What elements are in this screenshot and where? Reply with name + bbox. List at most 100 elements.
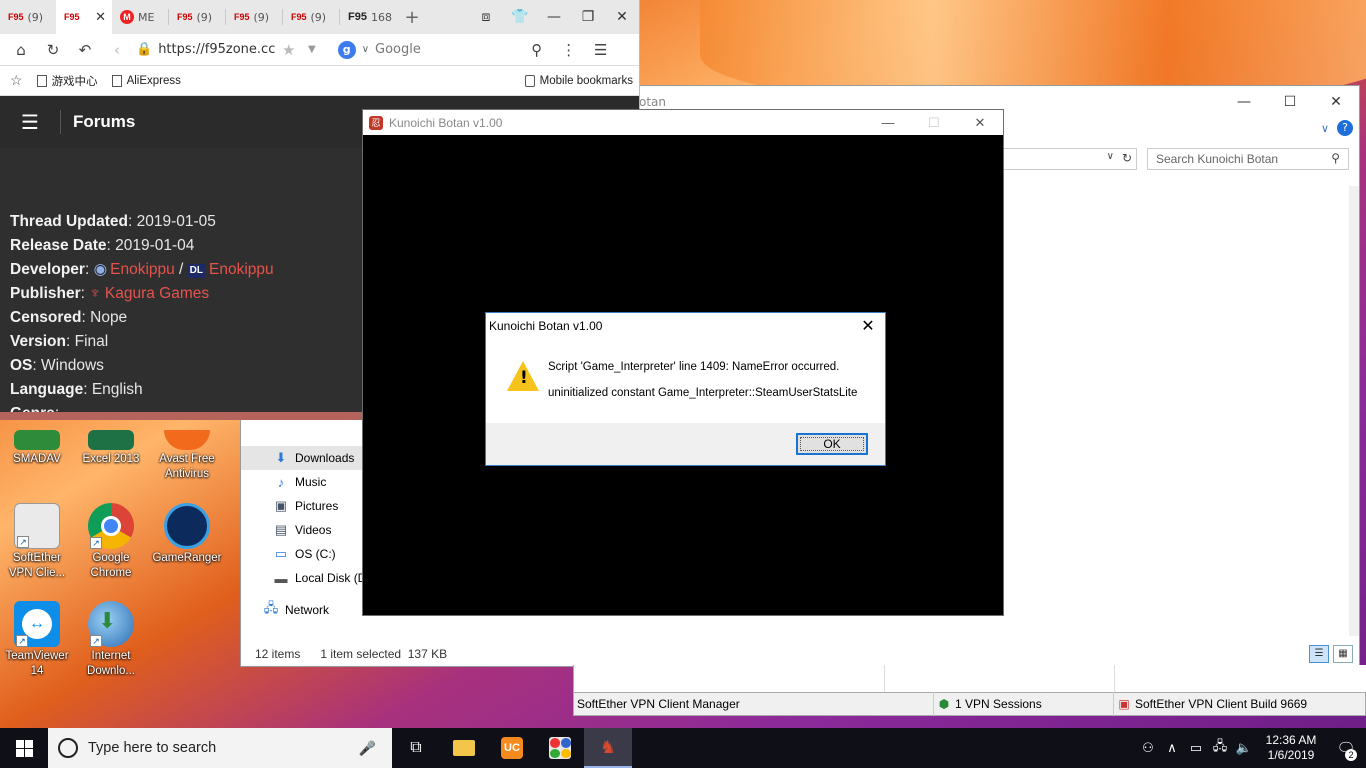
info-value: Final bbox=[74, 333, 109, 350]
game-titlebar[interactable]: 忍 Kunoichi Botan v1.00 — ☐ ✕ bbox=[363, 110, 1003, 135]
taskbar-softether[interactable] bbox=[536, 728, 584, 768]
desktop-icon-teamviewer[interactable]: ↔ ↗ TeamViewer 14 bbox=[0, 601, 74, 679]
home-icon[interactable]: ⌂ bbox=[8, 41, 34, 59]
desktop-icon-softether[interactable]: ↗ SoftEther VPN Clie... bbox=[0, 503, 74, 581]
search-placeholder: Type here to search bbox=[88, 740, 217, 756]
start-button[interactable] bbox=[0, 728, 48, 768]
bookmark-star-icon[interactable]: ★ bbox=[282, 41, 302, 59]
chevron-down-icon[interactable]: ∨ bbox=[362, 44, 369, 55]
search-icon[interactable]: ⚲ bbox=[524, 41, 550, 59]
address-bar[interactable]: ∨ ↻ bbox=[1001, 148, 1137, 170]
search-engine-input[interactable]: g ∨ Google bbox=[337, 40, 518, 59]
desktop-icon-chrome[interactable]: ↗ Google Chrome bbox=[74, 503, 148, 581]
url-text: https://f95zone.cc bbox=[158, 42, 276, 57]
url-input[interactable]: 🔒 https://f95zone.cc bbox=[136, 42, 276, 57]
bookmark-label: AliExpress bbox=[126, 74, 181, 87]
shortcut-arrow-icon: ↗ bbox=[90, 635, 102, 647]
minimize-button[interactable]: — bbox=[1221, 94, 1267, 110]
task-view-button[interactable]: ⧉ bbox=[392, 728, 440, 768]
action-center-button[interactable]: 🗨 2 bbox=[1326, 739, 1366, 761]
undo-icon[interactable]: ↶ bbox=[72, 41, 98, 59]
desktop-icon-avast[interactable]: Avast Free Antivirus bbox=[150, 430, 224, 482]
taskbar-file-explorer[interactable] bbox=[440, 728, 488, 768]
vpn-manager-label: SoftEther VPN Client Manager bbox=[577, 697, 740, 711]
desktop-icon-gameranger[interactable]: GameRanger bbox=[150, 503, 224, 566]
videos-icon: ▤ bbox=[274, 522, 288, 537]
more-icon[interactable]: ⋮ bbox=[556, 41, 582, 59]
skin-icon[interactable]: 👕 bbox=[503, 9, 537, 25]
page-icon bbox=[36, 74, 47, 87]
menu-icon[interactable]: ☰ bbox=[588, 41, 614, 59]
explorer-scrollbar[interactable] bbox=[1349, 186, 1359, 636]
desktop-icon-excel[interactable]: Excel 2013 bbox=[74, 430, 148, 467]
maximize-button[interactable]: ☐ bbox=[1267, 94, 1313, 110]
chevron-up-icon[interactable]: ∧ bbox=[1160, 740, 1184, 756]
dialog-close-button[interactable]: ✕ bbox=[851, 316, 885, 336]
tab-4[interactable]: F95 (9) bbox=[169, 0, 225, 34]
desktop-icon-label: Avast Free Antivirus bbox=[159, 453, 215, 480]
volume-icon[interactable]: 🔈 bbox=[1232, 740, 1256, 756]
clock[interactable]: 12:36 AM 1/6/2019 bbox=[1256, 733, 1326, 763]
microphone-icon[interactable]: 🎤 bbox=[359, 740, 376, 757]
info-label: Release Date bbox=[10, 237, 107, 254]
f95-favicon-icon: F95 bbox=[291, 12, 307, 22]
dialog-titlebar[interactable]: Kunoichi Botan v1.00 ✕ bbox=[486, 313, 885, 339]
battery-icon[interactable]: ▭ bbox=[1184, 740, 1208, 756]
minimize-button[interactable]: — bbox=[865, 115, 911, 131]
mobile-bookmarks[interactable]: Mobile bookmarks bbox=[524, 74, 633, 87]
info-label: Language bbox=[10, 381, 84, 398]
new-tab-button[interactable]: + bbox=[396, 7, 428, 28]
explorer-search-input[interactable]: Search Kunoichi Botan ⚲ bbox=[1147, 148, 1349, 170]
error-dialog[interactable]: Kunoichi Botan v1.00 ✕ ! Script 'Game_In… bbox=[485, 312, 886, 466]
search-icon[interactable]: ⚲ bbox=[1331, 151, 1340, 165]
taskbar-uc-browser[interactable]: UC bbox=[488, 728, 536, 768]
minimize-button[interactable]: — bbox=[537, 9, 571, 25]
close-button[interactable]: ✕ bbox=[957, 115, 1003, 131]
taskbar-search-input[interactable]: Type here to search 🎤 bbox=[48, 728, 392, 768]
tab-list-icon[interactable]: ⧈ bbox=[469, 9, 503, 25]
star-icon[interactable]: ☆ bbox=[10, 72, 23, 89]
chevron-down-icon[interactable]: ∨ bbox=[1107, 151, 1114, 162]
details-view-icon[interactable]: ☰ bbox=[1309, 645, 1329, 663]
forums-link[interactable]: Forums bbox=[60, 110, 135, 134]
desktop-icon-label: Internet Downlo... bbox=[87, 650, 135, 677]
desktop-icon-idm[interactable]: ⬇ ↗ Internet Downlo... bbox=[74, 601, 148, 679]
desktop-icon-smadav[interactable]: SMADAV bbox=[0, 430, 74, 467]
uc-browser-icon: UC bbox=[501, 737, 523, 759]
bookmark-aliexpress[interactable]: AliExpress bbox=[111, 74, 181, 87]
help-icon[interactable]: ? bbox=[1337, 120, 1353, 136]
close-button[interactable]: ✕ bbox=[605, 9, 639, 25]
developer-link-2[interactable]: Enokippu bbox=[209, 261, 274, 278]
network-icon[interactable]: 🖧 bbox=[1208, 737, 1232, 759]
tab-2-active[interactable]: F95 ✕ bbox=[56, 0, 112, 34]
search-engine-icon[interactable]: g bbox=[337, 40, 356, 59]
maximize-button[interactable]: ❐ bbox=[571, 9, 605, 25]
tab-7[interactable]: F95 168 bbox=[340, 0, 396, 34]
info-value: Windows bbox=[41, 357, 104, 374]
bookmark-game-center[interactable]: 游戏中心 bbox=[36, 73, 98, 89]
reload-icon[interactable]: ↻ bbox=[40, 41, 66, 59]
vpn-status-bar: SoftEther VPN Client Manager ⬢ 1 VPN Ses… bbox=[573, 692, 1366, 716]
softether-icon: ▣ bbox=[1118, 697, 1130, 711]
developer-link[interactable]: Enokippu bbox=[110, 261, 175, 278]
refresh-icon[interactable]: ↻ bbox=[1122, 151, 1132, 165]
back-icon[interactable]: ‹ bbox=[104, 41, 130, 59]
large-icons-view-icon[interactable]: ▦ bbox=[1333, 645, 1353, 663]
avast-icon bbox=[164, 430, 210, 450]
tab-6[interactable]: F95 (9) bbox=[283, 0, 339, 34]
taskbar-kunoichi-botan[interactable]: ♞ bbox=[584, 728, 632, 768]
people-icon[interactable]: ⚇ bbox=[1136, 740, 1160, 756]
close-button[interactable]: ✕ bbox=[1313, 94, 1359, 110]
tab-3[interactable]: M ME bbox=[112, 0, 168, 34]
close-tab-icon[interactable]: ✕ bbox=[95, 10, 106, 25]
ribbon-expand-icon[interactable]: ∨ bbox=[1321, 122, 1329, 135]
hamburger-menu-icon[interactable]: ☰ bbox=[0, 110, 60, 134]
info-value: Nope bbox=[90, 309, 128, 326]
ok-button[interactable]: OK bbox=[796, 433, 868, 455]
shortcut-arrow-icon: ↗ bbox=[17, 536, 29, 548]
chevron-down-icon[interactable]: ▼ bbox=[308, 44, 316, 55]
tab-1[interactable]: F95 (9) bbox=[0, 0, 56, 34]
publisher-link[interactable]: Kagura Games bbox=[105, 285, 209, 302]
vpn-status-sessions: ⬢ 1 VPN Sessions bbox=[934, 692, 1114, 716]
tab-5[interactable]: F95 (9) bbox=[226, 0, 282, 34]
